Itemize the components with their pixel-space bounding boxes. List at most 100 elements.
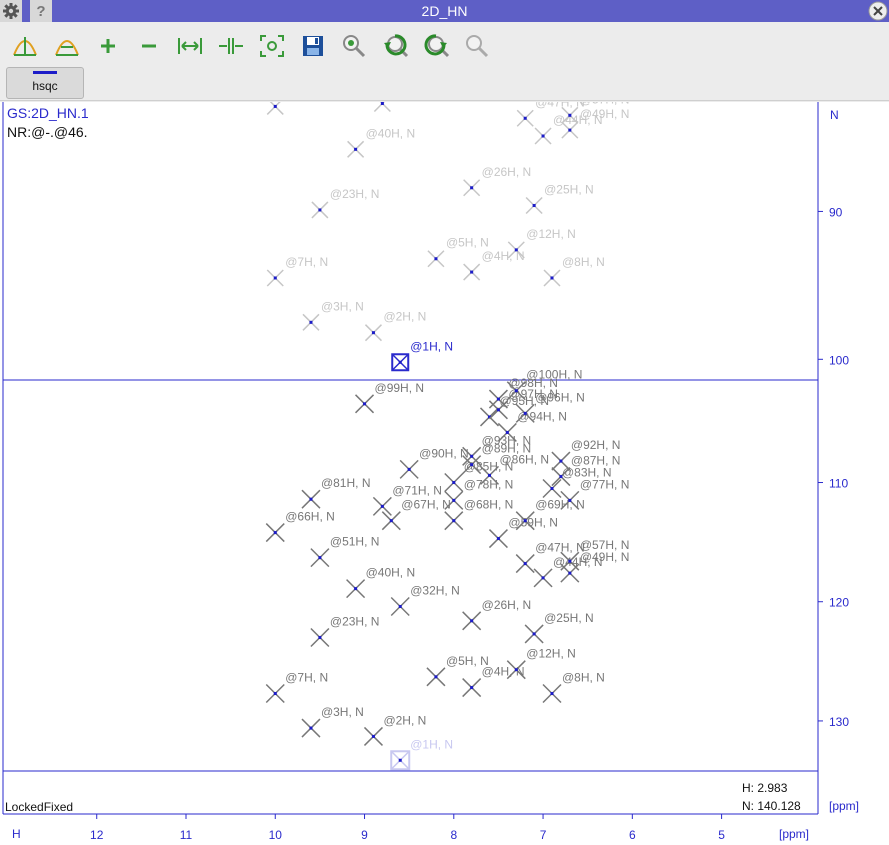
expand-horizontal-icon	[178, 38, 202, 54]
peak-label: @100H, N	[526, 368, 582, 382]
peak-label: @25H, N	[544, 611, 594, 625]
peak-label: @40H, N	[366, 126, 416, 140]
peak-label: @40H, N	[366, 566, 416, 580]
peaks-layer: @1H, N@2H, N@3H, N@4H, N@5H, N@7H, N @8H,…	[265, 102, 630, 771]
zoom-out-button[interactable]	[134, 32, 164, 60]
zoom-in-button[interactable]	[93, 32, 123, 60]
close-button[interactable]	[867, 0, 889, 22]
peak-marker[interactable]	[427, 250, 445, 268]
peak-label: @1H, N	[410, 737, 453, 751]
expand-horizontal-button[interactable]	[175, 32, 205, 60]
peak-marker[interactable]	[551, 451, 571, 471]
peak-marker[interactable]	[463, 263, 481, 281]
peak-marker[interactable]	[301, 718, 321, 738]
peak-marker[interactable]	[390, 596, 410, 617]
zoom-in-icon	[101, 39, 115, 53]
peak-marker[interactable]	[426, 667, 446, 687]
peak-marker[interactable]	[462, 611, 482, 631]
redo-zoom-button[interactable]	[421, 32, 451, 60]
peak-marker[interactable]	[373, 102, 391, 113]
peak-marker[interactable]	[463, 179, 481, 197]
peak-label: @47H, N	[535, 541, 585, 555]
peak-marker[interactable]	[265, 523, 285, 543]
peak-label: @3H, N	[321, 299, 364, 313]
peak-marker[interactable]	[525, 196, 543, 215]
peak-marker[interactable]	[444, 511, 464, 531]
zoom-reset-icon	[466, 35, 489, 58]
save-button[interactable]	[298, 32, 328, 60]
peak-label: @57H, N	[580, 538, 630, 552]
peak-pick-button[interactable]	[10, 32, 40, 60]
h-axis-label: H	[12, 827, 21, 841]
peak-label: @5H, N	[446, 236, 489, 250]
peak-marker[interactable]	[310, 548, 330, 568]
peak-marker[interactable]	[542, 478, 562, 499]
peak-marker[interactable]	[488, 529, 508, 549]
h-unit-label: [ppm]	[779, 827, 810, 841]
peak-label: @99H, N	[375, 381, 425, 395]
cursor-n-readout: N: 140.128	[742, 799, 801, 813]
peak-marker[interactable]	[354, 394, 375, 414]
peak-label: @57H, N	[580, 102, 630, 106]
peak-marker[interactable]	[488, 400, 508, 420]
peak-marker[interactable]	[265, 683, 285, 704]
n-tick-label: 120	[829, 596, 849, 610]
peak-marker[interactable]	[524, 624, 544, 644]
peak-label: @90H, N	[419, 446, 469, 460]
peak-label: @51H, N	[330, 535, 380, 549]
peak-marker[interactable]	[346, 579, 366, 599]
peak-pick-region-button[interactable]	[52, 32, 82, 60]
peak-label: @23H, N	[330, 187, 380, 201]
peak-marker[interactable]	[534, 127, 552, 145]
fit-view-button[interactable]	[257, 32, 287, 60]
peak-marker[interactable]	[302, 313, 320, 331]
peak-label: @66H, N	[285, 510, 335, 524]
peak-label: @93H, N	[482, 433, 532, 447]
peak-marker[interactable]	[391, 353, 410, 372]
peak-marker[interactable]	[364, 324, 382, 342]
n-tick-label: 100	[829, 353, 849, 367]
peak-marker[interactable]	[444, 472, 464, 493]
peak-marker[interactable]	[533, 568, 553, 588]
peak-marker[interactable]	[515, 554, 535, 574]
peak-marker[interactable]	[543, 269, 561, 287]
peak-marker[interactable]	[310, 627, 330, 648]
spectrum-plot[interactable]: @1H, N@2H, N@3H, N@4H, N@5H, N@7H, N @8H,…	[0, 102, 889, 845]
peak-marker[interactable]	[266, 102, 284, 115]
undo-zoom-icon	[384, 34, 409, 58]
peak-marker[interactable]	[363, 726, 383, 746]
lock-status: LockedFixed	[5, 800, 74, 814]
peak-marker[interactable]	[516, 109, 534, 127]
peak-label: @8H, N	[562, 255, 605, 269]
peak-marker[interactable]	[301, 489, 321, 509]
window-title-bar: ? 2D_HN	[0, 0, 889, 22]
h-tick-label: 11	[180, 828, 193, 842]
n-tick-label: 110	[829, 477, 848, 491]
fit-view-icon	[260, 35, 284, 57]
peak-marker[interactable]	[399, 459, 419, 479]
peak-label: @8H, N	[562, 671, 605, 685]
zoom-reset-button[interactable]	[462, 32, 492, 60]
peak-marker[interactable]	[311, 201, 329, 219]
spectrum-view[interactable]: @1H, N @2H, N @3H, N @4H, N @5H, N @7H, N @8H,…	[0, 102, 889, 845]
peak-marker[interactable]	[266, 269, 284, 287]
peak-marker[interactable]	[390, 750, 411, 771]
zoom-out-icon	[142, 44, 156, 48]
axes-layer: 90 100 110 120 130 12 11 10 9 8 7 6 5	[90, 205, 849, 842]
peak-pick-icon	[13, 37, 37, 56]
hsqc-spectrum-button[interactable]: hsqc	[6, 67, 84, 99]
peak-marker[interactable]	[462, 678, 482, 698]
peak-marker[interactable]	[479, 407, 500, 427]
close-icon	[868, 1, 888, 21]
zoom-pointer-icon	[343, 35, 366, 58]
nr-label: NR:@-.@46.	[7, 124, 88, 140]
peak-marker[interactable]	[347, 140, 365, 158]
spectrum-name: GS:2D_HN.1	[7, 105, 89, 121]
n-tick-label: 90	[829, 205, 843, 219]
peak-label: @25H, N	[544, 183, 594, 197]
undo-zoom-button[interactable]	[380, 32, 410, 60]
peak-label: @7H, N	[285, 671, 328, 685]
contract-horizontal-button[interactable]	[216, 32, 246, 60]
peak-marker[interactable]	[542, 683, 562, 704]
zoom-pointer-button[interactable]	[339, 32, 369, 60]
